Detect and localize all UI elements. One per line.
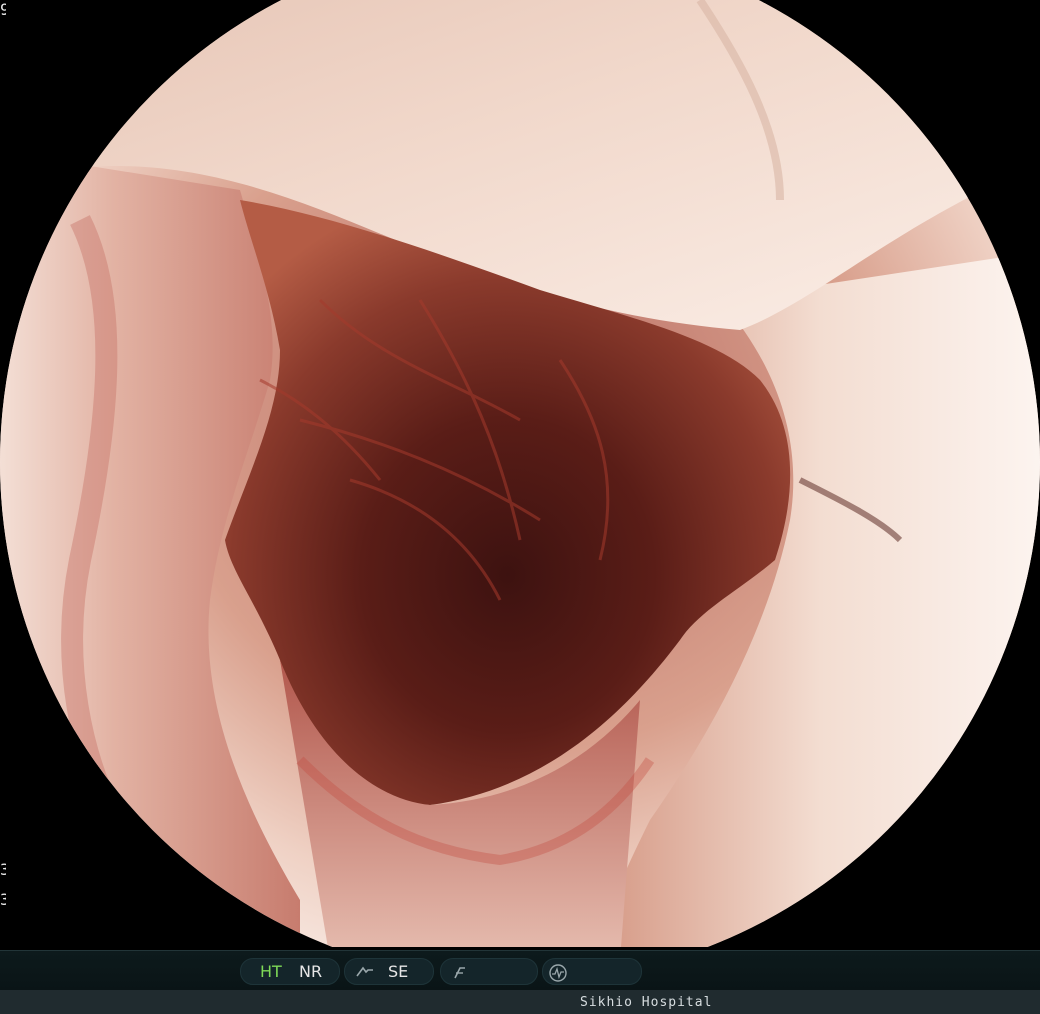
footer-bar: Sikhio Hospital xyxy=(0,990,1040,1014)
se-label: SE xyxy=(388,962,409,981)
edge-digit-top: 9 xyxy=(0,2,6,18)
endoscope-screen: 9 3 3 HT NR SE Sikhio Hospital xyxy=(0,0,1040,1014)
ht-nr-indicator: HT NR xyxy=(240,958,340,985)
nr-label: NR xyxy=(299,962,323,981)
endoscopic-image xyxy=(0,0,1040,947)
hospital-name: Sikhio Hospital xyxy=(580,995,713,1010)
ht-label: HT xyxy=(260,962,282,981)
scope-circle xyxy=(0,0,1040,947)
contrast-indicator xyxy=(440,958,538,985)
edge-digit-bottom-2: 3 xyxy=(0,892,6,908)
edge-digit-bottom-1: 3 xyxy=(0,862,6,878)
processor-status-bar: HT NR SE xyxy=(0,950,1040,991)
contrast-icon xyxy=(451,964,469,980)
waveform-icon xyxy=(548,963,568,983)
structure-icon xyxy=(355,964,375,980)
waveform-indicator xyxy=(542,958,642,985)
structure-enhancement-indicator: SE xyxy=(344,958,434,985)
